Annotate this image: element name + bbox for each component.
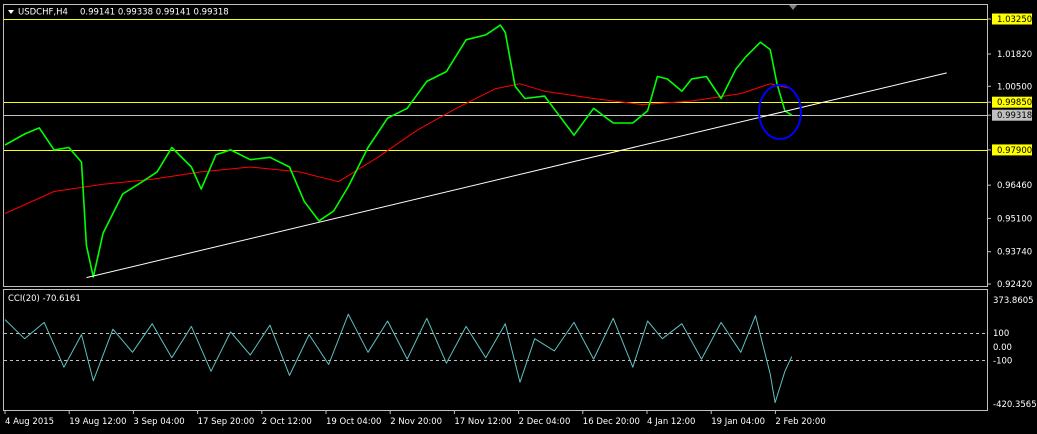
- cci-tick-label: 100: [993, 329, 1009, 339]
- time-tick-label: 17 Nov 12:00: [454, 417, 511, 427]
- cci-tick-label: 0.00: [993, 343, 1012, 353]
- time-tick-label: 3 Sep 04:00: [133, 417, 184, 427]
- time-tick-label: 2 Oct 12:00: [262, 417, 312, 427]
- time-tick-label: 2 Feb 20:00: [775, 417, 825, 427]
- cci-axis: 373.8605 100 0.00 -100 -420.3565: [993, 296, 1037, 410]
- cci-tick-label: -100: [993, 356, 1012, 366]
- price-tick-label: 0.99850: [997, 98, 1032, 108]
- ohlc-values: 0.99141 0.99338 0.99141 0.99318: [80, 8, 229, 18]
- time-tick-label: 16 Dec 20:00: [583, 417, 640, 427]
- horizontal-levels: [4, 19, 988, 151]
- cci-tick-label: -420.3565: [993, 400, 1037, 410]
- price-line: [4, 24, 793, 278]
- time-axis: 4 Aug 2015 19 Aug 12:00 3 Sep 04:00 17 Sep …: [4, 410, 826, 427]
- price-tick-label: 0.93740: [997, 248, 1032, 258]
- cci-line: [4, 313, 793, 404]
- time-tick-label: 19 Oct 04:00: [326, 417, 381, 427]
- time-tick-label: 2 Dec 04:00: [519, 417, 571, 427]
- price-series: [4, 24, 793, 278]
- cci-tick-label: 373.8605: [993, 296, 1034, 306]
- time-tick-label: 4 Jan 12:00: [647, 417, 695, 427]
- symbol-label: USDCHF,H4: [18, 8, 68, 18]
- price-tick-label: 0.95100: [997, 214, 1032, 224]
- cci-series: [4, 313, 793, 404]
- time-tick-label: 4 Aug 2015: [5, 417, 54, 427]
- time-tick-label: 2 Nov 20:00: [390, 417, 442, 427]
- price-axis: 1.03250 1.01820 1.00500 0.99850 0.99318 0.979…: [987, 13, 1032, 290]
- menu-triangle-icon[interactable]: [8, 10, 14, 14]
- time-tick-label: 19 Aug 12:00: [69, 417, 126, 427]
- cci-levels: [4, 333, 988, 361]
- chart-canvas[interactable]: 1.03250 1.01820 1.00500 0.99850 0.99318 0.979…: [0, 0, 1037, 434]
- time-tick-label: 17 Sep 20:00: [198, 417, 255, 427]
- cci-panel-frame: [3, 289, 988, 411]
- time-tick-label: 19 Jan 04:00: [711, 417, 765, 427]
- cci-label: CCI(20) -70.6161: [8, 294, 81, 304]
- chart-shift-icon[interactable]: [789, 5, 797, 10]
- trendline-group[interactable]: [86, 72, 947, 279]
- price-tick-label: 0.99318: [997, 111, 1032, 121]
- price-tick-label: 1.01820: [997, 50, 1032, 60]
- price-tick-label: 1.03250: [997, 15, 1032, 25]
- price-tick-label: 1.00500: [997, 82, 1032, 92]
- price-tick-label: 0.96460: [997, 181, 1032, 191]
- price-tick-label: 0.92420: [997, 280, 1032, 290]
- trendline[interactable]: [86, 72, 947, 279]
- price-tick-label: 0.97900: [997, 146, 1032, 156]
- main-chart-frame: [3, 4, 988, 287]
